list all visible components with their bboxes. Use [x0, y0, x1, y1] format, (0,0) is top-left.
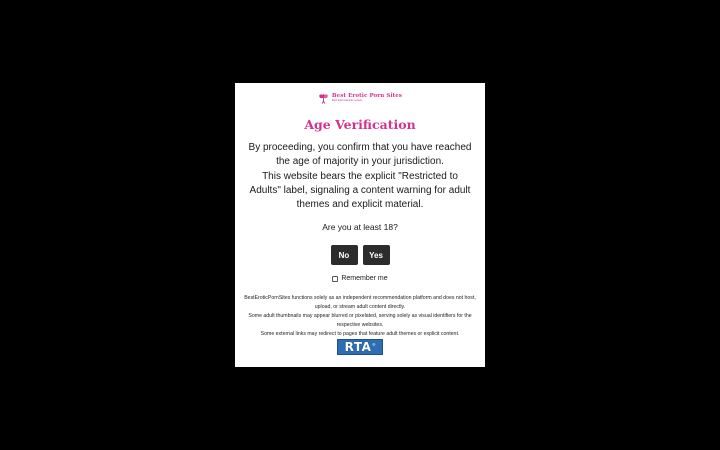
warning-text: This website bears the explicit "Restric… [249, 170, 471, 211]
age-question: Are you at least 18? [322, 222, 398, 232]
confirmation-text: By proceeding, you confirm that you have… [248, 142, 472, 168]
remember-me[interactable]: Remember me [235, 275, 485, 282]
site-logo: Best Erotic Porn Sites Best adult websit… [235, 93, 485, 104]
fairy-icon [319, 94, 328, 104]
disclaimer-line: Some external links may redirect to page… [260, 331, 460, 337]
yes-button[interactable]: Yes [362, 245, 390, 265]
remember-me-label: Remember me [341, 275, 388, 282]
disclaimer-line: Some adult thumbnails may appear blurred… [248, 313, 472, 328]
age-verification-modal: Best Erotic Porn Sites Best adult websit… [235, 83, 485, 367]
no-button[interactable]: No [330, 245, 358, 265]
modal-title: Age Verification [304, 117, 416, 132]
button-group: No Yes [235, 245, 485, 265]
rta-badge[interactable]: RTA ® [337, 339, 383, 355]
logo-text: Best Erotic Porn Sites Best adult websit… [331, 93, 402, 103]
modal-body: By proceeding, you confirm that you have… [247, 141, 473, 212]
disclaimer-line: BestEroticPornSites functions solely as … [244, 295, 476, 310]
remember-me-checkbox[interactable] [332, 275, 339, 282]
rta-label: RTA [344, 340, 372, 354]
registered-mark: ® [372, 342, 376, 347]
disclaimer: BestEroticPornSites functions solely as … [243, 294, 477, 339]
logo-tagline: Best adult website reviews [331, 99, 363, 103]
